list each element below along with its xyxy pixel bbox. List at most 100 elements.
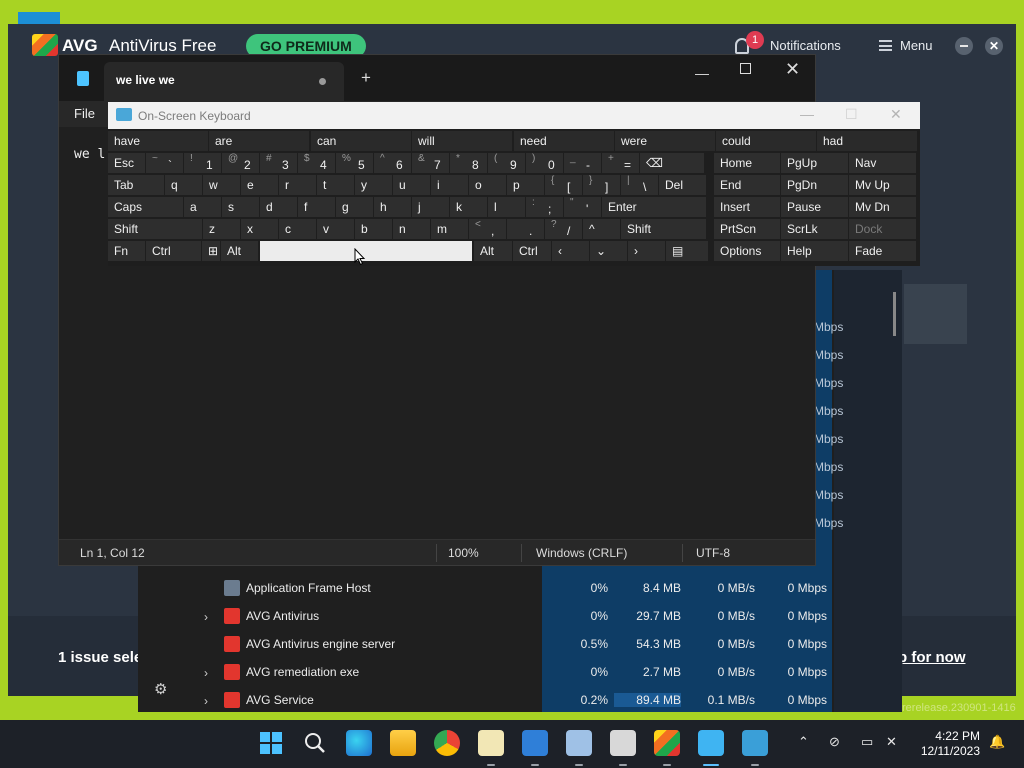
key-1[interactable]: ! 1 xyxy=(184,153,221,173)
key-2[interactable]: @2 xyxy=(222,153,259,173)
key-i[interactable]: i xyxy=(431,175,468,195)
key-][interactable]: }] xyxy=(583,175,620,195)
key-r[interactable]: r xyxy=(279,175,316,195)
key-alt-right[interactable]: Alt xyxy=(474,241,512,261)
notepad-minimize-button[interactable]: — xyxy=(695,65,709,81)
prediction-need[interactable]: need xyxy=(514,131,614,151)
key-e[interactable]: e xyxy=(241,175,278,195)
expand-chevron-icon[interactable]: › xyxy=(204,610,208,624)
key-home[interactable]: Home xyxy=(714,153,780,173)
task-manager-scrollbar[interactable] xyxy=(893,292,896,336)
process-row[interactable]: › AVG Service 0.2% 89.4 MB 0.1 MB/s 0 Mbps xyxy=(138,686,834,714)
notepad-taskbar-icon[interactable] xyxy=(698,730,724,756)
key-comma[interactable]: <, xyxy=(469,219,506,239)
performance-monitor-icon[interactable] xyxy=(566,730,592,756)
tray-overflow-chevron-icon[interactable]: ⌃ xyxy=(798,734,809,750)
key-mv-dn[interactable]: Mv Dn xyxy=(849,197,916,217)
key-semicolon[interactable]: :; xyxy=(526,197,563,217)
prediction-could[interactable]: could xyxy=(716,131,816,151)
prediction-have[interactable]: have xyxy=(108,131,208,151)
file-menu[interactable]: File xyxy=(74,106,95,121)
process-row[interactable]: Application Frame Host 0% 8.4 MB 0 MB/s 0 Mb… xyxy=(138,574,834,602)
taskbar-time[interactable]: 4:22 PM xyxy=(918,729,980,743)
osk-taskbar-icon[interactable] xyxy=(742,730,768,756)
prediction-were[interactable]: were xyxy=(615,131,715,151)
remote-tool-icon[interactable] xyxy=(610,730,636,756)
key-backslash[interactable]: | \ xyxy=(621,175,658,195)
hamburger-menu-icon[interactable] xyxy=(879,40,892,51)
key-pgdn[interactable]: PgDn xyxy=(781,175,848,195)
prediction-can[interactable]: can xyxy=(311,131,411,151)
key-c[interactable]: c xyxy=(279,219,316,239)
key-j[interactable]: j xyxy=(412,197,449,217)
key-x[interactable]: x xyxy=(241,219,278,239)
skip-for-now-link[interactable]: p for now xyxy=(898,649,966,666)
unsaved-dot-icon[interactable] xyxy=(319,78,326,85)
key-scrlk[interactable]: ScrLk xyxy=(781,219,848,239)
key-p[interactable]: p xyxy=(507,175,544,195)
key-pgup[interactable]: PgUp xyxy=(781,153,848,173)
osk-close-button[interactable]: ✕ xyxy=(890,106,902,123)
key-t[interactable]: t xyxy=(317,175,354,195)
network-app-icon[interactable] xyxy=(522,730,548,756)
prediction-had[interactable]: had xyxy=(817,131,917,151)
key-down-arrow-icon[interactable]: ⌄ xyxy=(590,241,627,261)
key-o[interactable]: o xyxy=(469,175,506,195)
prediction-will[interactable]: will xyxy=(412,131,512,151)
notepad-close-button[interactable]: ✕ xyxy=(785,59,800,80)
key-prtscn[interactable]: PrtScn xyxy=(714,219,780,239)
key-[[interactable]: {[ xyxy=(545,175,582,195)
key-9[interactable]: (9 xyxy=(488,153,525,173)
key-fade[interactable]: Fade xyxy=(849,241,916,261)
key-tab[interactable]: Tab xyxy=(108,175,164,195)
menu-button[interactable]: Menu xyxy=(900,38,933,53)
key-s[interactable]: s xyxy=(222,197,259,217)
expand-chevron-icon[interactable]: › xyxy=(204,694,208,708)
key-insert[interactable]: Insert xyxy=(714,197,780,217)
key-g[interactable]: g xyxy=(336,197,373,217)
settings-gear-icon[interactable]: ⚙ xyxy=(154,680,167,698)
key-d[interactable]: d xyxy=(260,197,297,217)
key-shift-right[interactable]: Shift xyxy=(621,219,706,239)
key--[interactable]: _ - xyxy=(564,153,601,173)
key-b[interactable]: b xyxy=(355,219,392,239)
key-w[interactable]: w xyxy=(203,175,240,195)
notes-app-icon[interactable] xyxy=(478,730,504,756)
chrome-icon[interactable] xyxy=(434,730,460,756)
osk-minimize-button[interactable]: — xyxy=(800,106,814,122)
key-v[interactable]: v xyxy=(317,219,354,239)
key-f[interactable]: f xyxy=(298,197,335,217)
process-row[interactable]: › AVG remediation exe 0% 2.7 MB 0 MB/s 0 Mbps xyxy=(138,658,834,686)
file-explorer-icon[interactable] xyxy=(390,730,416,756)
key-0[interactable]: ) 0 xyxy=(526,153,563,173)
key-=[interactable]: + = xyxy=(602,153,639,173)
key-windows-icon[interactable]: ⊞ xyxy=(202,241,220,261)
key-k[interactable]: k xyxy=(450,197,487,217)
key-3[interactable]: #3 xyxy=(260,153,297,173)
avg-minimize-button[interactable] xyxy=(955,37,973,55)
key-up-arrow-icon[interactable]: ^ xyxy=(583,219,620,239)
key-end[interactable]: End xyxy=(714,175,780,195)
network-icon[interactable]: ⊘ xyxy=(829,734,840,750)
key-spacebar[interactable] xyxy=(260,241,472,261)
notifications-button[interactable]: Notifications xyxy=(770,38,841,53)
edge-browser-icon[interactable] xyxy=(346,730,372,756)
key-y[interactable]: y xyxy=(355,175,392,195)
avg-close-button[interactable]: ✕ xyxy=(985,37,1003,55)
key-a[interactable]: a xyxy=(184,197,221,217)
taskbar-date[interactable]: 12/11/2023 xyxy=(912,744,980,758)
key-7[interactable]: & 7 xyxy=(412,153,449,173)
key-options[interactable]: Options xyxy=(714,241,780,261)
new-tab-button[interactable]: + xyxy=(361,68,371,88)
key-mv-up[interactable]: Mv Up xyxy=(849,175,916,195)
key-ctrl-right[interactable]: Ctrl xyxy=(513,241,551,261)
key-del[interactable]: Del xyxy=(659,175,706,195)
notepad-text-area[interactable]: we l xyxy=(74,147,105,162)
key-quote[interactable]: " ' xyxy=(564,197,601,217)
key-left-arrow-icon[interactable]: ‹ xyxy=(552,241,589,261)
process-row[interactable]: AVG Antivirus engine server 0.5% 54.3 MB 0 … xyxy=(138,630,834,658)
key-m[interactable]: m xyxy=(431,219,468,239)
key-slash[interactable]: ? / xyxy=(545,219,582,239)
avg-taskbar-icon[interactable] xyxy=(654,730,680,756)
key-pause[interactable]: Pause xyxy=(781,197,848,217)
